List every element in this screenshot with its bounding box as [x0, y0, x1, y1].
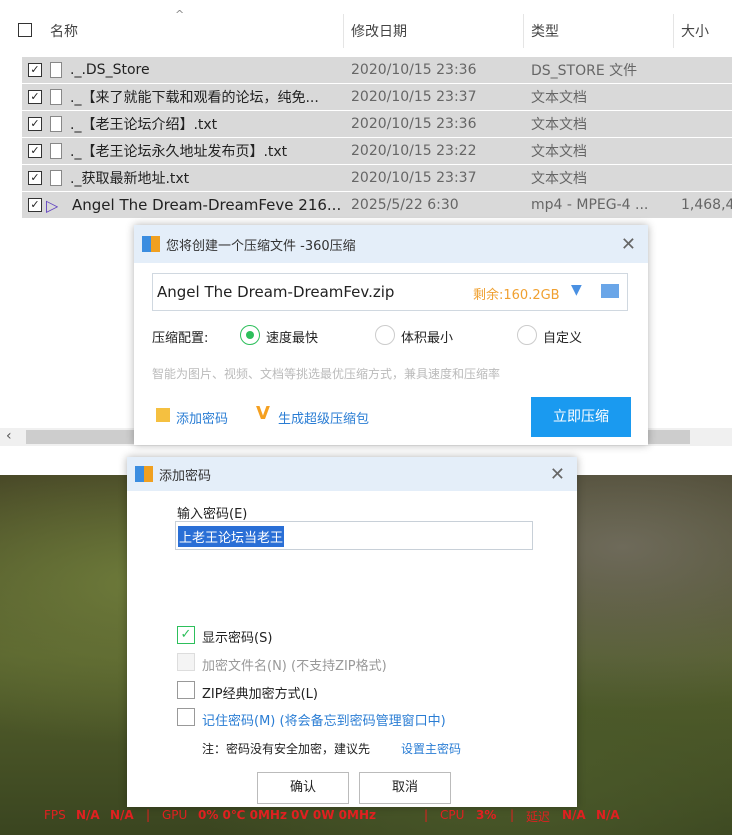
fps-value: N/A — [76, 808, 100, 822]
cpu-label: CPU — [440, 808, 465, 822]
encrypt-names-label: 加密文件名(N) (不支持ZIP格式) — [202, 659, 387, 674]
gpu-values: 0% 0℃ 0MHz 0V 0W 0MHz — [198, 808, 377, 822]
cancel-button[interactable]: 取消 — [359, 772, 451, 804]
file-date: 2020/10/15 23:36 — [351, 62, 477, 78]
select-all-checkbox[interactable] — [18, 23, 32, 37]
radio-fastest[interactable] — [240, 325, 260, 345]
row-checkbox[interactable]: ✓ — [28, 144, 42, 158]
lock-icon — [156, 408, 170, 422]
file-name[interactable]: ._【老王论坛永久地址发布页】.txt — [70, 141, 340, 161]
file-row[interactable]: ✓ ._【老王论坛永久地址发布页】.txt 2020/10/15 23:22 文… — [22, 138, 732, 164]
sort-up-icon: ^ — [175, 8, 185, 21]
folder-icon[interactable] — [601, 284, 619, 298]
dialog-title: 您将创建一个压缩文件 -360压缩 — [166, 238, 356, 254]
file-row[interactable]: ✓ ._【老王论坛介绍】.txt 2020/10/15 23:36 文本文档 — [22, 111, 732, 137]
filename-input[interactable]: Angel The Dream-DreamFev.zip 剩余:160.2GB … — [152, 273, 628, 311]
file-type: mp4 - MPEG-4 ... — [531, 197, 649, 213]
file-row[interactable]: ✓ ._.DS_Store 2020/10/15 23:36 DS_STORE … — [22, 57, 732, 83]
latency-value: N/A — [562, 808, 586, 822]
text-file-icon — [50, 143, 62, 159]
text-file-icon — [50, 89, 62, 105]
row-checkbox[interactable]: ✓ — [28, 198, 42, 212]
file-date: 2025/5/22 6:30 — [351, 197, 459, 213]
password-label: 输入密码(E) — [177, 507, 248, 522]
password-dialog: 添加密码 ✕ 输入密码(E) 上老王论坛当老王 ✓ 显示密码(S) 加密文件名(N… — [127, 457, 577, 807]
gpu-label: GPU — [162, 808, 188, 822]
file-type: 文本文档 — [531, 171, 587, 187]
ok-button[interactable]: 确认 — [257, 772, 349, 804]
text-file-icon — [50, 116, 62, 132]
file-type: 文本文档 — [531, 90, 587, 106]
set-master-password-link[interactable]: 设置主密码 — [401, 740, 461, 757]
file-date: 2020/10/15 23:22 — [351, 143, 477, 159]
show-password-label: 显示密码(S) — [202, 631, 273, 646]
hint-text: 智能为图片、视频、文档等挑选最优压缩方式，兼具速度和压缩率 — [152, 367, 501, 381]
file-type: DS_STORE 文件 — [531, 63, 638, 79]
video-file-icon: ▷ — [46, 195, 59, 215]
scroll-left-icon[interactable]: ‹ — [6, 428, 12, 444]
text-file-icon — [50, 62, 62, 78]
latency-label: 延迟 — [526, 810, 551, 824]
text-file-icon — [50, 170, 62, 186]
row-checkbox[interactable]: ✓ — [28, 63, 42, 77]
file-name[interactable]: ._【来了就能下载和观看的论坛，纯免... — [70, 87, 340, 107]
show-password-checkbox[interactable]: ✓ — [177, 626, 195, 644]
file-size: 1,468,4 — [681, 197, 732, 213]
dialog-title: 添加密码 — [159, 468, 212, 484]
compress-dialog: 您将创建一个压缩文件 -360压缩 ✕ Angel The Dream-Dream… — [134, 225, 648, 445]
file-name[interactable]: ._.DS_Store — [70, 62, 340, 78]
close-icon[interactable]: ✕ — [550, 464, 565, 485]
column-header: 名称 ^ 修改日期 类型 大小 — [0, 8, 732, 48]
close-icon[interactable]: ✕ — [621, 234, 636, 255]
remember-checkbox[interactable] — [177, 708, 195, 726]
radio-custom[interactable] — [517, 325, 537, 345]
remember-label[interactable]: 记住密码(M) (将会备忘到密码管理窗口中) — [202, 710, 446, 729]
file-row[interactable]: ✓ ._【来了就能下载和观看的论坛，纯免... 2020/10/15 23:37… — [22, 84, 732, 110]
file-type: 文本文档 — [531, 144, 587, 160]
add-password-link[interactable]: 添加密码 — [176, 408, 228, 427]
file-name[interactable]: ._获取最新地址.txt — [70, 168, 340, 188]
config-label: 压缩配置: — [152, 331, 209, 346]
file-row[interactable]: ✓ ._获取最新地址.txt 2020/10/15 23:37 文本文档 — [22, 165, 732, 191]
file-date: 2020/10/15 23:36 — [351, 116, 477, 132]
cpu-value: 3% — [476, 808, 497, 822]
file-name[interactable]: Angel The Dream-DreamFeve 216... — [72, 196, 342, 214]
col-name[interactable]: 名称 — [50, 21, 78, 41]
super-package-link[interactable]: 生成超级压缩包 — [278, 408, 369, 427]
password-input[interactable]: 上老王论坛当老王 — [175, 521, 533, 550]
fps-value-2: N/A — [110, 808, 134, 822]
option-label: 速度最快 — [266, 331, 319, 346]
performance-overlay: FPS N/A N/A | GPU 0% 0℃ 0MHz 0V 0W 0MHz … — [44, 808, 620, 824]
option-label: 体积最小 — [401, 331, 454, 346]
password-value[interactable]: 上老王论坛当老王 — [178, 526, 285, 547]
option-label: 自定义 — [543, 331, 583, 346]
free-space: 剩余:160.2GB — [473, 288, 560, 303]
file-date: 2020/10/15 23:37 — [351, 170, 477, 186]
zip-classic-checkbox[interactable] — [177, 681, 195, 699]
row-checkbox[interactable]: ✓ — [28, 90, 42, 104]
col-size[interactable]: 大小 — [681, 21, 709, 41]
app-icon — [142, 236, 160, 252]
fps-label: FPS — [44, 808, 66, 822]
compress-now-button[interactable]: 立即压缩 — [531, 397, 631, 437]
col-modified[interactable]: 修改日期 — [351, 21, 407, 41]
note-text: 注：密码没有安全加密，建议先 — [202, 742, 371, 756]
radio-smallest[interactable] — [375, 325, 395, 345]
file-row[interactable]: ✓ ▷ Angel The Dream-DreamFeve 216... 202… — [22, 192, 732, 218]
col-type[interactable]: 类型 — [531, 21, 559, 41]
v-icon: V — [256, 403, 270, 424]
filename-value[interactable]: Angel The Dream-DreamFev.zip — [157, 283, 394, 301]
row-checkbox[interactable]: ✓ — [28, 117, 42, 131]
app-icon — [135, 466, 153, 482]
file-type: 文本文档 — [531, 117, 587, 133]
encrypt-names-checkbox — [177, 653, 195, 671]
file-name[interactable]: ._【老王论坛介绍】.txt — [70, 114, 340, 134]
latency-value-2: N/A — [596, 808, 620, 822]
row-checkbox[interactable]: ✓ — [28, 171, 42, 185]
dropdown-icon[interactable]: ▼ — [571, 282, 582, 298]
file-date: 2020/10/15 23:37 — [351, 89, 477, 105]
zip-classic-label: ZIP经典加密方式(L) — [202, 687, 318, 702]
